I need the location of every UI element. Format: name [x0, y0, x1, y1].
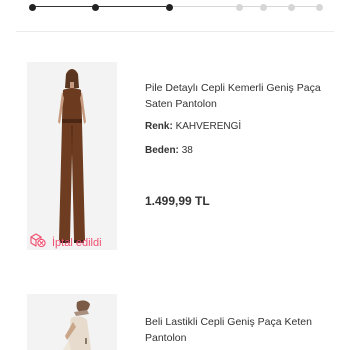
stepper-step-7 [316, 3, 323, 11]
order-item-details: Pile Detaylı Cepli Kemerli Geniş Paça Sa… [145, 80, 342, 208]
size-value: 38 [181, 145, 193, 156]
order-item: Pile Detaylı Cepli Kemerli Geniş Paça Sa… [0, 32, 350, 292]
product-price: 1.499,99 TL [145, 194, 210, 208]
product-name[interactable]: Pile Detaylı Cepli Kemerli Geniş Paça Sa… [145, 80, 342, 112]
color-label: Renk: [145, 121, 173, 132]
stepper-line-6 [292, 6, 316, 7]
product-name[interactable]: Beli Lastikli Cepli Geniş Paça Keten Pan… [145, 314, 342, 346]
stepper-line-5 [264, 6, 288, 7]
product-image[interactable] [27, 294, 117, 350]
order-status: İptal edildi [29, 232, 102, 253]
size-label: Beden: [145, 145, 179, 156]
status-text: İptal edildi [52, 236, 102, 249]
stepper-line-2 [96, 6, 166, 7]
color-value: KAHVERENGİ [175, 121, 242, 132]
stepper-step-3 [166, 3, 173, 11]
stepper-step-1 [29, 3, 36, 11]
order-item-details: Beli Lastikli Cepli Geniş Paça Keten Pan… [145, 314, 342, 346]
order-progress-stepper [0, 0, 350, 16]
stepper-step-2 [92, 3, 99, 11]
stepper-line-1 [33, 6, 93, 7]
product-color: Renk: KAHVERENGİ [145, 120, 342, 134]
stepper-step-6 [288, 3, 295, 11]
product-image[interactable] [27, 62, 117, 250]
stepper-step-5 [260, 3, 267, 11]
product-size: Beden: 38 [145, 144, 342, 158]
order-item: Beli Lastikli Cepli Geniş Paça Keten Pan… [0, 292, 350, 350]
stepper-line-4 [240, 6, 260, 7]
stepper-line-3 [170, 6, 236, 7]
cancelled-package-icon [29, 232, 47, 253]
stepper-step-4 [236, 3, 243, 11]
